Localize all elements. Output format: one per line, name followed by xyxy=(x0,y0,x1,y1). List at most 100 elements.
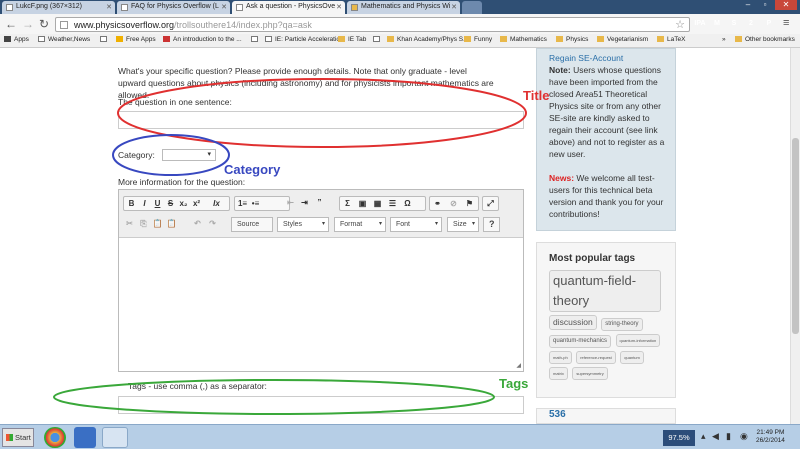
blockquote-button[interactable]: ” xyxy=(313,197,326,209)
numbered-list-button[interactable]: 1≡ xyxy=(236,198,249,210)
minimize-icon[interactable]: – xyxy=(740,0,756,10)
styles-dropdown[interactable]: Styles ▾ xyxy=(277,217,329,232)
tab-faq[interactable]: FAQ for Physics Overflow (L ✕ xyxy=(117,1,230,14)
tab-math-physics[interactable]: Mathematics and Physics Wi ✕ xyxy=(347,1,460,14)
tag-reference-request[interactable]: reference-request xyxy=(576,351,616,364)
menu-icon[interactable]: ≡ xyxy=(783,17,789,29)
tray-expand-icon[interactable]: ▴ xyxy=(701,431,706,442)
copy-button[interactable]: ⎘ xyxy=(137,218,150,230)
tag-matrix[interactable]: matrix xyxy=(549,367,568,380)
remove-format-button[interactable]: Ix xyxy=(210,198,223,210)
bookmark-latex[interactable]: LaTeX xyxy=(657,36,685,43)
maximize-editor-button[interactable]: ⤢ xyxy=(484,198,497,210)
tag-quantum-field-theory[interactable]: quantum-field-theory xyxy=(549,270,661,312)
network-icon[interactable]: ▮ xyxy=(726,431,731,442)
new-tab-button[interactable] xyxy=(462,1,482,14)
gmail-icon[interactable]: M xyxy=(710,17,724,31)
paste-text-button[interactable]: 📋 xyxy=(165,218,178,230)
tag-quantum[interactable]: quantum xyxy=(620,351,644,364)
back-arrow-icon[interactable]: ← xyxy=(5,17,17,31)
bookmark-apps[interactable]: Apps xyxy=(4,36,29,43)
battery-indicator[interactable]: 97.5% xyxy=(663,430,695,446)
superscript-button[interactable]: x² xyxy=(190,198,203,210)
italic-button[interactable]: I xyxy=(138,198,151,210)
tab-lukcf-png[interactable]: LukcF.png (367×312) ✕ xyxy=(2,1,115,14)
anchor-button[interactable]: ⚑ xyxy=(463,198,476,210)
undo-button[interactable]: ↶ xyxy=(191,218,204,230)
address-bar[interactable]: www.physicsoverflow.org/trollsouthere14/… xyxy=(55,17,690,32)
format-dropdown[interactable]: Format ▾ xyxy=(334,217,386,232)
redo-button[interactable]: ↷ xyxy=(206,218,219,230)
sync-icon[interactable]: ◉ xyxy=(740,431,748,442)
close-tab-icon[interactable]: ✕ xyxy=(221,3,227,11)
decrease-indent-button[interactable]: ⇤ xyxy=(284,197,297,209)
category-select[interactable]: ▾ xyxy=(162,149,216,161)
reload-icon[interactable]: ↻ xyxy=(39,17,49,31)
bookmark-weather-news[interactable]: Weather,News xyxy=(38,36,90,43)
start-button[interactable]: Start xyxy=(2,428,34,447)
strikethrough-button[interactable]: S xyxy=(164,198,177,210)
bookmark-unnamed-2[interactable] xyxy=(251,36,261,43)
underline-button[interactable]: U xyxy=(151,198,164,210)
bookmark-funny[interactable]: Funny xyxy=(464,36,492,43)
math-sigma-button[interactable]: Σ xyxy=(341,198,354,210)
bookmarks-overflow-chevron[interactable]: » xyxy=(722,36,726,43)
bookmark-physics[interactable]: Physics xyxy=(556,36,588,43)
tag-string-theory[interactable]: string-theory xyxy=(601,318,643,331)
bullet-list-button[interactable]: •≡ xyxy=(249,198,262,210)
help-button[interactable]: ? xyxy=(483,217,500,232)
chrome-taskbar-icon[interactable] xyxy=(44,427,66,448)
paste-button[interactable]: 📋 xyxy=(151,218,164,230)
resize-handle-icon[interactable]: ◢ xyxy=(516,362,521,369)
tag-discussion[interactable]: discussion xyxy=(549,315,597,330)
bookmark-ie-tab[interactable]: IE Tab xyxy=(338,36,366,43)
link-button[interactable]: ⚭ xyxy=(431,198,444,210)
notification-extension-icon[interactable]: 2 xyxy=(744,17,758,31)
volume-icon[interactable]: ◀ xyxy=(712,431,719,442)
bold-button[interactable]: B xyxy=(125,198,138,210)
tags-input[interactable] xyxy=(118,396,524,414)
horizontal-line-button[interactable]: ☰ xyxy=(386,198,399,210)
forward-arrow-icon[interactable]: → xyxy=(22,17,34,31)
font-dropdown[interactable]: Font ▾ xyxy=(390,217,442,232)
s-extension-icon[interactable]: S xyxy=(727,17,741,31)
bookmark-introduction[interactable]: An introduction to the ... xyxy=(163,36,242,43)
ipa-extension-icon[interactable]: IPA xyxy=(693,17,707,31)
tag-math-ph[interactable]: math-ph xyxy=(549,351,572,364)
close-tab-icon[interactable]: ✕ xyxy=(106,3,112,11)
increase-indent-button[interactable]: ⇥ xyxy=(298,197,311,209)
tab-ask-question[interactable]: Ask a question - PhysicsOve ✕ xyxy=(232,1,345,14)
regain-account-link[interactable]: Regain SE-Account xyxy=(549,52,669,64)
bookmark-unnamed-3[interactable] xyxy=(373,36,383,43)
chrome-window-taskbar-button[interactable] xyxy=(102,427,128,448)
system-clock[interactable]: 21:49 PM 26/2/2014 xyxy=(756,429,785,445)
table-button[interactable]: ▦ xyxy=(371,198,384,210)
bookmark-vegetarianism[interactable]: Vegetarianism xyxy=(597,36,648,43)
tag-quantum-mechanics[interactable]: quantum-mechanics xyxy=(549,335,612,348)
source-button[interactable]: Source xyxy=(231,217,273,232)
bookmark-star-icon[interactable]: ☆ xyxy=(675,18,685,31)
unlink-button[interactable]: ⊘ xyxy=(447,198,460,210)
title-input[interactable] xyxy=(118,111,524,129)
tag-quantum-information[interactable]: quantum-information xyxy=(615,334,661,347)
editor-content-area[interactable] xyxy=(119,239,523,371)
close-tab-icon[interactable]: ✕ xyxy=(451,3,457,11)
bookmark-free-apps[interactable]: Free Apps xyxy=(116,36,156,43)
image-button[interactable]: ▣ xyxy=(356,198,369,210)
subscript-button[interactable]: x₂ xyxy=(177,198,190,210)
tag-supersymmetry[interactable]: supersymmetry xyxy=(572,367,608,380)
profile-extension-icon[interactable]: P xyxy=(762,17,776,31)
bookmark-particle-acceleration[interactable]: IE: Particle Acceleration xyxy=(265,36,344,43)
cut-button[interactable]: ✂ xyxy=(123,218,136,230)
maximize-icon[interactable]: ▫ xyxy=(757,0,773,10)
close-tab-icon[interactable]: ✕ xyxy=(336,3,342,11)
bookmark-khan-academy[interactable]: Khan Academy/Phys S... xyxy=(387,36,469,43)
size-dropdown[interactable]: Size ▾ xyxy=(447,217,479,232)
apps-launcher-icon[interactable] xyxy=(74,427,96,448)
page-scrollbar[interactable] xyxy=(790,48,800,424)
close-window-icon[interactable]: ✕ xyxy=(775,0,797,10)
scrollbar-thumb[interactable] xyxy=(792,138,799,334)
bookmark-mathematics[interactable]: Mathematics xyxy=(500,36,547,43)
special-char-button[interactable]: Ω xyxy=(401,198,414,210)
bookmark-other[interactable]: Other bookmarks xyxy=(735,36,795,43)
